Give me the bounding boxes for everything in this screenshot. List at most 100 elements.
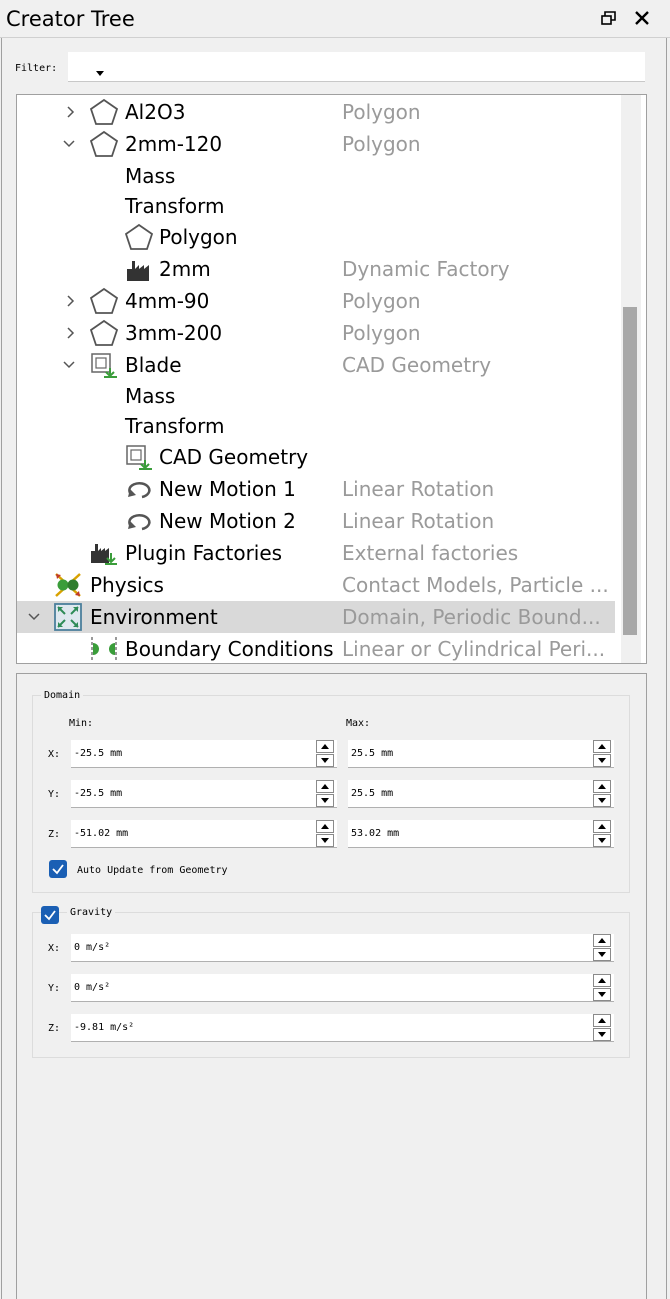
chevron-down-icon[interactable]: [26, 607, 42, 627]
spin-down-icon[interactable]: [593, 754, 611, 767]
domain-y-min-stepper[interactable]: [316, 780, 334, 808]
spin-up-icon[interactable]: [593, 740, 611, 753]
gravity-x-stepper[interactable]: [593, 934, 611, 962]
spin-up-icon[interactable]: [593, 934, 611, 947]
spin-down-icon[interactable]: [593, 834, 611, 847]
spin-down-icon[interactable]: [316, 754, 334, 767]
gravity-x-value: 0 m/s²: [74, 942, 111, 953]
spin-up-icon[interactable]: [593, 820, 611, 833]
tree-row[interactable]: Boundary Conditions Linear or Cylindrica…: [17, 633, 615, 663]
tree-row[interactable]: Mass: [17, 160, 615, 192]
gravity-z-value: -9.81 m/s²: [74, 1022, 135, 1033]
domain-z-min-input[interactable]: -51.02 mm: [71, 820, 337, 848]
gravity-y-label: Y:: [48, 983, 61, 994]
domain-x-max-value: 25.5 mm: [351, 748, 394, 759]
tree-row[interactable]: CAD Geometry: [17, 441, 615, 473]
domain-y-max-input[interactable]: 25.5 mm: [348, 780, 614, 808]
environment-icon: [54, 603, 82, 631]
spin-down-icon[interactable]: [593, 948, 611, 961]
checkmark-icon: [52, 864, 64, 875]
gravity-checkbox[interactable]: [41, 906, 59, 924]
max-label: Max:: [346, 718, 371, 729]
gravity-z-label: Z:: [48, 1023, 61, 1034]
spin-down-icon[interactable]: [316, 834, 334, 847]
spin-down-icon[interactable]: [593, 988, 611, 1001]
filter-dropdown-arrow-icon[interactable]: [96, 71, 104, 76]
tree-row[interactable]: Transform: [17, 190, 615, 222]
spin-up-icon[interactable]: [593, 974, 611, 987]
chevron-right-icon[interactable]: [63, 291, 79, 311]
tree-item-name: 2mm: [159, 257, 211, 281]
tree-item-name: Boundary Conditions: [125, 637, 334, 661]
spin-down-icon[interactable]: [593, 1028, 611, 1041]
domain-x-min-input[interactable]: -25.5 mm: [71, 740, 337, 768]
close-icon[interactable]: [632, 8, 652, 28]
tree-item-type: External factories: [342, 541, 519, 565]
gravity-x-input[interactable]: 0 m/s²: [71, 934, 614, 962]
chevron-down-icon[interactable]: [61, 355, 77, 375]
domain-z-max-value: 53.02 mm: [351, 828, 400, 839]
domain-x-min-stepper[interactable]: [316, 740, 334, 768]
tree-row[interactable]: Physics Contact Models, Particle ...: [17, 569, 615, 601]
tree-item-type: Linear Rotation: [342, 509, 495, 533]
spin-down-icon[interactable]: [593, 794, 611, 807]
chevron-right-icon[interactable]: [63, 102, 79, 122]
checkmark-icon: [44, 910, 56, 921]
filter-combobox[interactable]: [68, 52, 645, 82]
domain-x-max-input[interactable]: 25.5 mm: [348, 740, 614, 768]
tree-row[interactable]: 2mm Dynamic Factory: [17, 253, 615, 285]
spin-up-icon[interactable]: [316, 780, 334, 793]
properties-panel: Domain Min: Max: X: -25.5 mm 25.5 mm Y: …: [16, 673, 647, 1299]
domain-z-min-stepper[interactable]: [316, 820, 334, 848]
creator-tree[interactable]: Al2O3 Polygon 2mm-120 Polygon Mass Trans…: [16, 94, 647, 664]
tree-row[interactable]: 4mm-90 Polygon: [17, 285, 615, 317]
spin-up-icon[interactable]: [316, 820, 334, 833]
tree-item-type: Contact Models, Particle ...: [342, 573, 609, 597]
domain-y-min-value: -25.5 mm: [74, 788, 123, 799]
tree-item-type: Polygon: [342, 100, 421, 124]
domain-z-max-input[interactable]: 53.02 mm: [348, 820, 614, 848]
rotation-icon: [128, 514, 151, 531]
tree-row[interactable]: New Motion 2 Linear Rotation: [17, 505, 615, 537]
chevron-down-icon[interactable]: [61, 134, 77, 154]
tree-row[interactable]: Polygon: [17, 221, 615, 253]
polygon-icon: [89, 98, 119, 125]
gravity-y-input[interactable]: 0 m/s²: [71, 974, 614, 1002]
domain-z-max-stepper[interactable]: [593, 820, 611, 848]
spin-up-icon[interactable]: [316, 740, 334, 753]
gravity-y-stepper[interactable]: [593, 974, 611, 1002]
tree-row[interactable]: 3mm-200 Polygon: [17, 317, 615, 349]
spin-down-icon[interactable]: [316, 794, 334, 807]
domain-x-max-stepper[interactable]: [593, 740, 611, 768]
float-icon[interactable]: [599, 8, 619, 28]
gravity-z-stepper[interactable]: [593, 1014, 611, 1042]
domain-y-min-input[interactable]: -25.5 mm: [71, 780, 337, 808]
gravity-y-value: 0 m/s²: [74, 982, 111, 993]
tree-row[interactable]: Blade CAD Geometry: [17, 349, 615, 381]
tree-row[interactable]: 2mm-120 Polygon: [17, 128, 615, 160]
chevron-right-icon[interactable]: [63, 323, 79, 343]
gravity-legend: Gravity: [67, 907, 116, 918]
tree-item-name: New Motion 1: [159, 477, 296, 501]
auto-update-checkbox[interactable]: [49, 860, 67, 878]
polygon-icon: [89, 319, 119, 346]
domain-z-min-value: -51.02 mm: [74, 828, 129, 839]
gravity-z-input[interactable]: -9.81 m/s²: [71, 1014, 614, 1042]
domain-y-max-stepper[interactable]: [593, 780, 611, 808]
min-label: Min:: [69, 718, 94, 729]
plugin-factory-icon: [91, 544, 117, 565]
dock-title-bar: Creator Tree: [0, 0, 670, 38]
tree-item-type: Domain, Periodic Bound...: [342, 605, 601, 629]
tree-row[interactable]: Mass: [17, 380, 615, 412]
tree-scrollbar-thumb[interactable]: [623, 307, 637, 635]
tree-row[interactable]: Al2O3 Polygon: [17, 96, 615, 128]
tree-row[interactable]: New Motion 1 Linear Rotation: [17, 473, 615, 505]
domain-legend: Domain: [41, 690, 84, 701]
spin-up-icon[interactable]: [593, 1014, 611, 1027]
tree-row[interactable]: Transform: [17, 410, 615, 442]
tree-row-selected[interactable]: Environment Domain, Periodic Bound...: [17, 601, 615, 633]
tree-row[interactable]: Plugin Factories External factories: [17, 537, 615, 569]
spin-up-icon[interactable]: [593, 780, 611, 793]
cad-geometry-icon: [126, 445, 152, 470]
polygon-icon: [89, 287, 119, 314]
